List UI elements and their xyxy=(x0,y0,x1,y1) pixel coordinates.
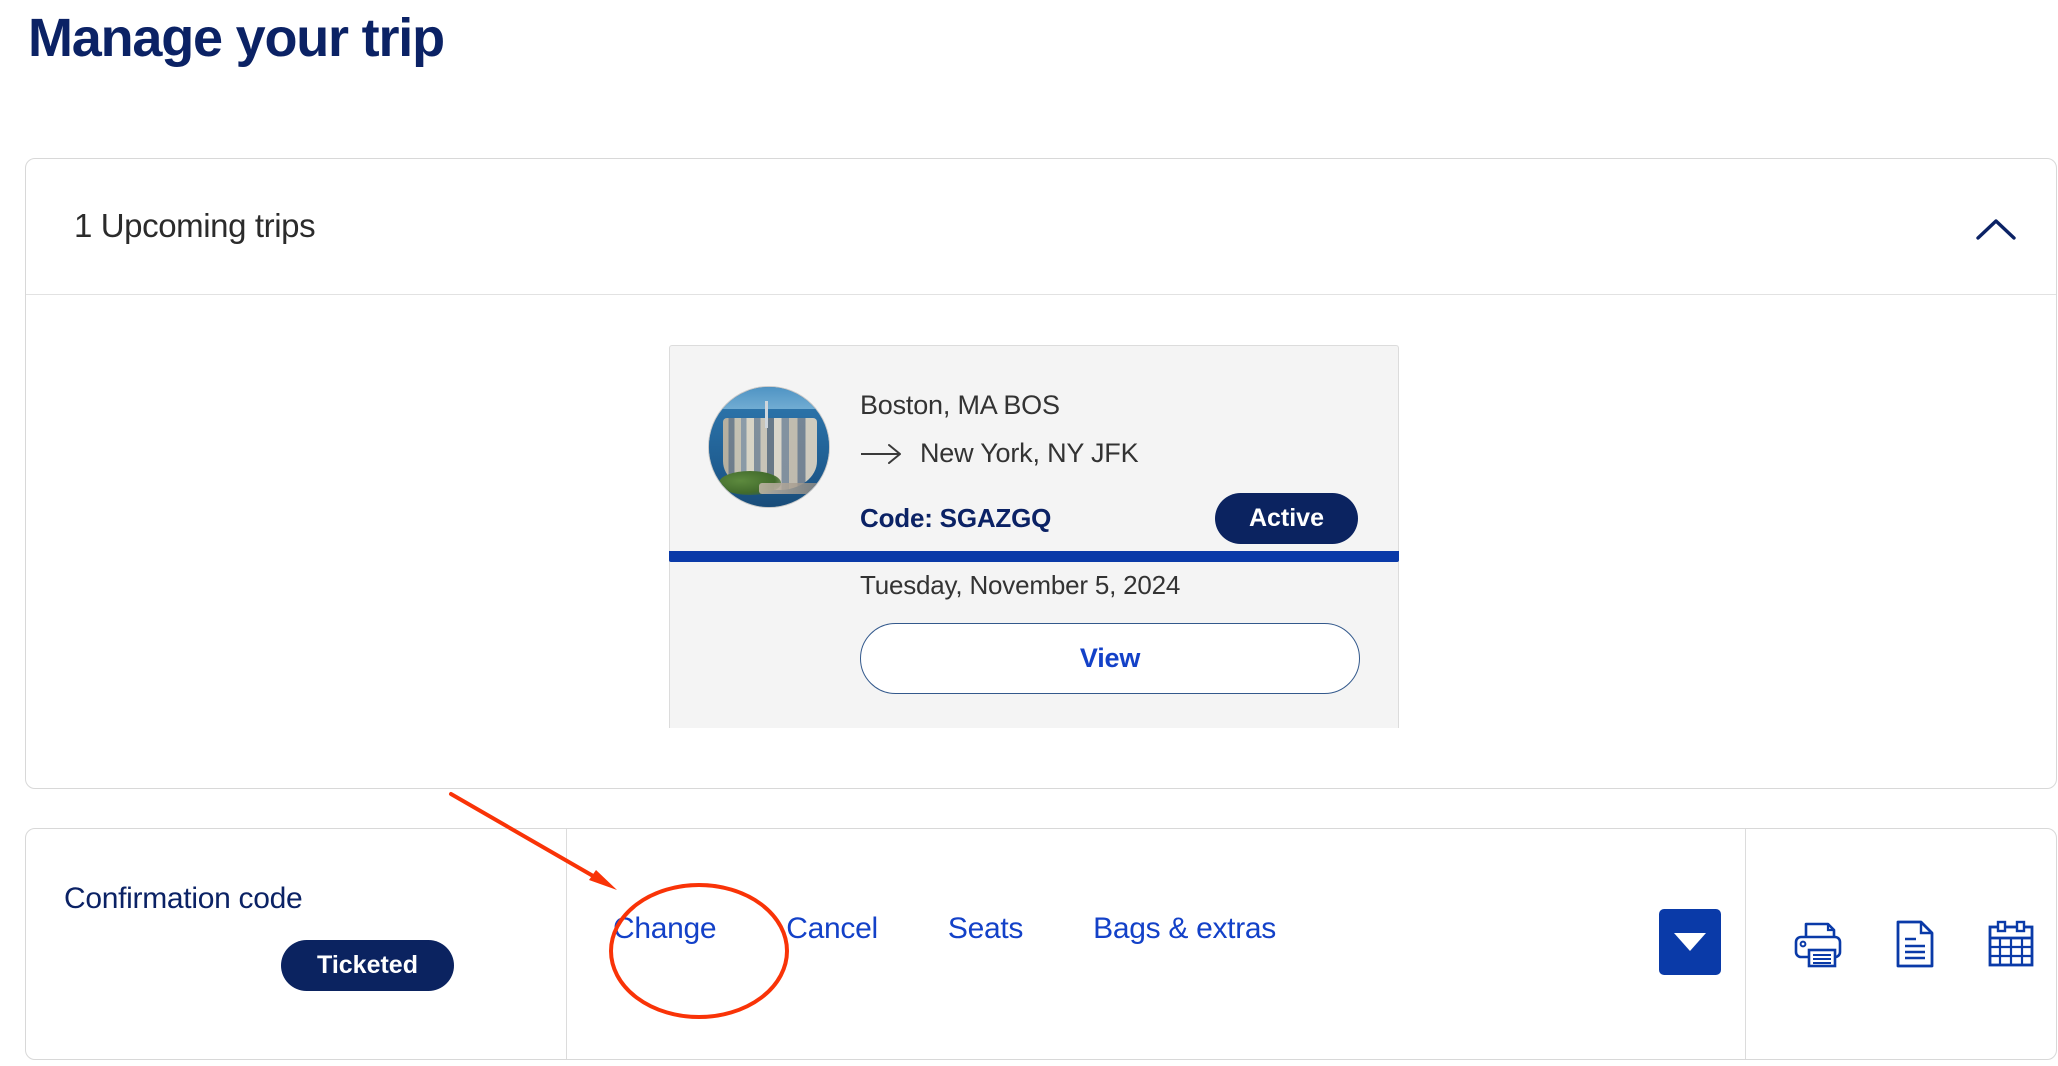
caret-down-icon xyxy=(1674,933,1706,951)
trip-destination: New York, NY JFK xyxy=(920,438,1139,468)
bags-extras-link[interactable]: Bags & extras xyxy=(1093,912,1276,946)
calendar-glyph xyxy=(1988,920,2034,967)
trip-tile-accent-bar xyxy=(669,551,1399,562)
seats-link[interactable]: Seats xyxy=(948,912,1024,946)
trip-actions-column: Change Cancel Seats Bags & extras xyxy=(567,829,1746,1059)
trip-code-row: Code: SGAZGQ Active xyxy=(860,493,1360,544)
upcoming-trips-header[interactable]: 1 Upcoming trips xyxy=(26,159,2056,295)
change-link[interactable]: Change xyxy=(613,912,717,946)
page-title: Manage your trip xyxy=(28,8,445,68)
manage-trip-page: Manage your trip 1 Upcoming trips Boston… xyxy=(0,0,2058,1066)
arrow-right-icon xyxy=(861,443,901,464)
chevron-up-glyph xyxy=(1976,219,2016,240)
calendar-icon[interactable] xyxy=(1980,913,2042,975)
trip-info: Boston, MA BOS New York, NY JFK Code: SG… xyxy=(860,386,1360,694)
trip-date: Tuesday, November 5, 2024 xyxy=(860,570,1181,600)
cancel-link[interactable]: Cancel xyxy=(786,912,878,946)
ticketed-status-badge: Ticketed xyxy=(281,940,454,991)
trip-utility-icons xyxy=(1746,829,2056,1059)
view-trip-button[interactable]: View xyxy=(860,623,1360,694)
printer-icon[interactable] xyxy=(1786,913,1850,975)
trip-action-links: Change Cancel Seats Bags & extras xyxy=(613,912,1276,946)
trip-origin: Boston, MA BOS xyxy=(860,390,1060,420)
thumbnail-pier xyxy=(759,483,820,494)
upcoming-trips-title: 1 Upcoming trips xyxy=(74,207,316,244)
chevron-up-icon[interactable] xyxy=(1966,201,2026,257)
more-actions-dropdown-button[interactable] xyxy=(1659,909,1721,975)
printer-glyph xyxy=(1794,922,1842,968)
trip-tile[interactable]: Boston, MA BOS New York, NY JFK Code: SG… xyxy=(669,345,1399,728)
trip-status-badge: Active xyxy=(1214,493,1358,544)
trip-actions-card: Confirmation code Ticketed Change Cancel… xyxy=(25,828,2057,1060)
document-icon[interactable] xyxy=(1888,913,1942,975)
trip-destination-row: New York, NY JFK xyxy=(860,438,1360,469)
document-glyph xyxy=(1896,920,1934,968)
trip-destination-thumbnail xyxy=(708,386,830,508)
trip-confirmation-code: Code: SGAZGQ xyxy=(860,503,1052,533)
thumbnail-tower xyxy=(765,401,769,428)
confirmation-code-label: Confirmation code xyxy=(64,882,303,915)
upcoming-trips-card: 1 Upcoming trips Boston, MA BOS New York… xyxy=(25,158,2057,789)
confirmation-code-column: Confirmation code Ticketed xyxy=(26,829,567,1059)
